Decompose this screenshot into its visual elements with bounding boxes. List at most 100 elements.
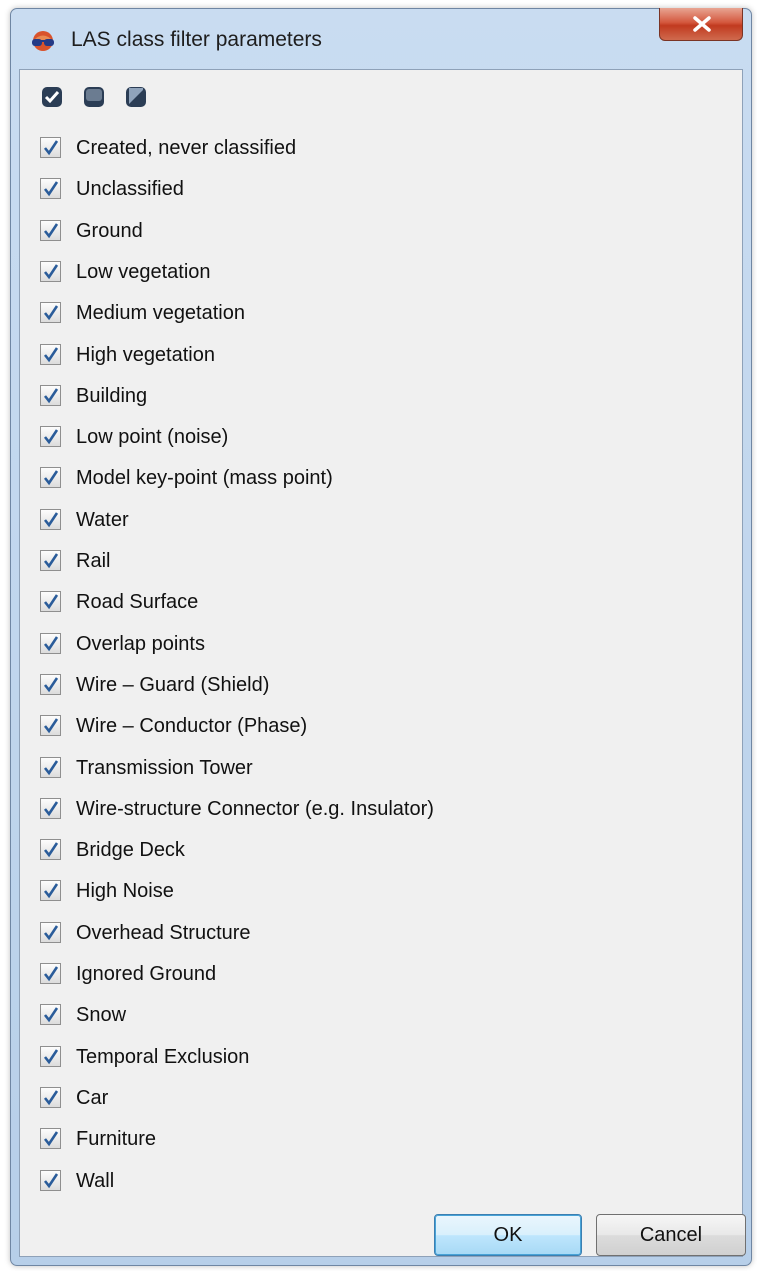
class-checkbox-row[interactable]: Building — [40, 382, 640, 412]
checkbox[interactable] — [40, 137, 61, 158]
class-label: Ignored Ground — [76, 963, 217, 985]
checkmark-icon — [43, 181, 59, 197]
checkmark-icon — [43, 759, 59, 775]
checkbox[interactable] — [40, 343, 61, 365]
class-checkbox-row[interactable]: Overlap points — [40, 630, 640, 660]
dialog-window: LAS class filter parameters Created, nev… — [10, 8, 752, 1266]
checkmark-icon — [43, 305, 59, 321]
checkbox[interactable] — [40, 1045, 61, 1067]
checkmark-icon — [43, 801, 59, 816]
class-checkbox-row[interactable]: Bridge Deck — [40, 836, 640, 866]
class-checkbox-row[interactable]: Wall — [40, 1167, 640, 1197]
uncheck-all-button[interactable] — [82, 85, 108, 111]
class-checkbox-row[interactable]: Wire-structure Connector (e.g. Insulator… — [40, 795, 640, 825]
check-all-button[interactable] — [40, 85, 66, 111]
class-checkbox-row[interactable]: Wire – Conductor (Phase) — [40, 712, 640, 742]
invert-selection-button[interactable] — [124, 85, 150, 111]
class-label: Rail — [76, 550, 111, 572]
checkbox[interactable] — [40, 550, 61, 571]
checkbox[interactable] — [40, 591, 61, 613]
class-checkbox-row[interactable]: Car — [40, 1084, 640, 1114]
checkbox[interactable] — [40, 715, 61, 737]
checkbox[interactable] — [40, 384, 61, 406]
invert-selection-icon — [126, 87, 146, 107]
checkmark-icon — [43, 470, 59, 486]
title-bar[interactable]: LAS class filter parameters — [11, 8, 751, 69]
class-checkbox-row[interactable]: High vegetation — [40, 341, 640, 371]
checkmark-icon — [43, 1172, 59, 1188]
close-x-icon — [693, 16, 711, 32]
class-checkbox-row[interactable]: Water — [40, 506, 640, 536]
ok-button[interactable]: OK — [434, 1214, 582, 1256]
class-label: Car — [76, 1086, 109, 1109]
class-label: Created, never classified — [76, 137, 297, 159]
checkmark-icon — [43, 677, 59, 693]
checkbox[interactable] — [40, 260, 61, 282]
class-label: Overhead Structure — [76, 921, 251, 944]
class-checkbox-row[interactable]: Snow — [40, 1001, 640, 1031]
checkbox[interactable] — [40, 467, 61, 489]
class-checkbox-row[interactable]: Wire – Guard (Shield) — [40, 671, 640, 701]
class-checkbox-row[interactable]: High Noise — [40, 877, 640, 907]
checkbox[interactable] — [40, 508, 61, 530]
class-checkbox-row[interactable]: Ignored Ground — [40, 960, 640, 990]
checkmark-icon — [43, 1007, 59, 1023]
class-checkbox-row[interactable]: Temporal Exclusion — [40, 1043, 640, 1073]
class-label: Ground — [76, 219, 143, 242]
checkbox[interactable] — [40, 963, 61, 984]
class-label: Bridge Deck — [76, 839, 185, 862]
checkbox[interactable] — [40, 839, 61, 861]
checkbox[interactable] — [40, 880, 61, 902]
class-label: Furniture — [76, 1128, 157, 1151]
checkbox[interactable] — [40, 426, 61, 448]
class-checkbox-row[interactable]: Created, never classified — [40, 134, 640, 164]
window-title: LAS class filter parameters — [71, 28, 322, 51]
cancel-button[interactable]: Cancel — [596, 1214, 746, 1256]
checkbox[interactable] — [40, 921, 61, 943]
checkbox[interactable] — [40, 1086, 61, 1108]
class-label: Transmission Tower — [76, 756, 253, 779]
checkbox[interactable] — [40, 673, 61, 695]
checkmark-icon — [43, 346, 59, 362]
checkbox[interactable] — [40, 302, 61, 324]
checkmark-icon — [43, 883, 59, 899]
checkmark-icon — [43, 842, 59, 858]
checkbox[interactable] — [40, 219, 61, 241]
checkbox[interactable] — [40, 178, 61, 200]
class-label: Low vegetation — [76, 260, 211, 283]
checkmark-icon — [43, 140, 59, 156]
class-label: High Noise — [76, 880, 174, 903]
class-checkbox-row[interactable]: Model key-point (mass point) — [40, 464, 640, 494]
class-label: Low point (noise) — [76, 426, 229, 449]
class-checkbox-row[interactable]: Ground — [40, 217, 640, 247]
checkmark-icon — [43, 1048, 59, 1064]
checkmark-icon — [43, 222, 59, 238]
class-checkbox-row[interactable]: Low vegetation — [40, 258, 640, 288]
class-checkbox-row[interactable]: Transmission Tower — [40, 754, 640, 784]
checkmark-icon — [43, 511, 59, 527]
class-label: Wall — [76, 1169, 115, 1192]
class-label: Medium vegetation — [76, 302, 245, 325]
class-label: Temporal Exclusion — [76, 1045, 250, 1068]
checkmark-icon — [43, 388, 59, 403]
checkbox[interactable] — [40, 632, 61, 654]
class-checkbox-row[interactable]: Unclassified — [40, 175, 640, 205]
class-label: Model key-point (mass point) — [76, 467, 333, 490]
class-checkbox-row[interactable]: Low point (noise) — [40, 423, 640, 453]
class-checkbox-row[interactable]: Road Surface — [40, 588, 640, 618]
class-label: Wire-structure Connector (e.g. Insulator… — [76, 797, 434, 820]
checkbox[interactable] — [40, 756, 61, 778]
class-checkbox-row[interactable]: Overhead Structure — [40, 919, 640, 949]
checkmark-icon — [43, 553, 59, 569]
checkbox[interactable] — [40, 1004, 61, 1026]
class-checkbox-row[interactable]: Rail — [40, 547, 640, 577]
checkbox[interactable] — [40, 1169, 61, 1191]
checkmark-icon — [43, 264, 59, 280]
checkbox[interactable] — [40, 797, 61, 819]
class-checkbox-row[interactable]: Furniture — [40, 1125, 640, 1155]
uncheck-all-icon — [84, 87, 104, 107]
close-button[interactable] — [659, 8, 743, 41]
class-label: Snow — [76, 1004, 127, 1027]
class-checkbox-row[interactable]: Medium vegetation — [40, 299, 640, 329]
checkbox[interactable] — [40, 1128, 61, 1150]
